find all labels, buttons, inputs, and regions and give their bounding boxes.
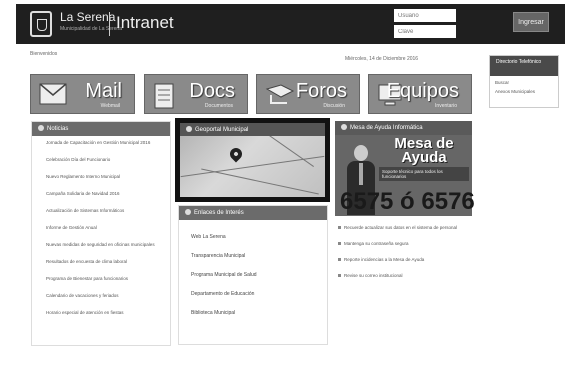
password-input[interactable]: [394, 25, 456, 38]
announcement-item[interactable]: Recuerde actualizar sus datos en el sist…: [338, 225, 473, 241]
envelope-icon: [39, 83, 67, 105]
directory-extensions-link[interactable]: Anexos Municipales: [490, 85, 558, 94]
news-item[interactable]: Programa de Bienestar para funcionarios: [46, 276, 162, 293]
equipos-tile-label: Equipos: [386, 80, 459, 102]
top-bar: La Serena Municipalidad de La Serena Int…: [16, 4, 565, 44]
links-panel-title: Enlaces de Interés: [194, 210, 244, 216]
link-item[interactable]: Departamento de Educación: [191, 291, 317, 310]
news-item[interactable]: Calendario de vacaciones y feriados: [46, 293, 162, 310]
news-item[interactable]: Celebración Día del Funcionario: [46, 157, 162, 174]
docs-tile-label: Docs: [189, 80, 235, 102]
mail-tile[interactable]: Mail Webmail: [30, 74, 135, 114]
links-panel: Enlaces de Interés Web La Serena Transpa…: [178, 205, 328, 345]
help-icon: [341, 124, 347, 130]
brand-name: La Serena: [60, 10, 116, 24]
docs-tile[interactable]: Docs Documentos: [144, 74, 248, 114]
geoportal-title: Geoportal Municipal: [195, 127, 249, 133]
news-item[interactable]: Jornada de Capacitación en Gestión Munic…: [46, 140, 162, 157]
brand-separator: [109, 12, 110, 36]
foros-tile-sublabel: Discusión: [323, 103, 345, 109]
map-pin-icon: [227, 145, 245, 163]
announcement-item[interactable]: Reporte incidencias a la Mesa de Ayuda: [338, 257, 473, 273]
links-list: Web La Serena Transparencia Municipal Pr…: [179, 220, 327, 329]
news-item[interactable]: Nuevas medidas de seguridad en oficinas …: [46, 242, 162, 259]
agent-tie: [359, 163, 363, 185]
document-icon: [154, 83, 174, 109]
mail-tile-label: Mail: [85, 80, 122, 102]
news-panel-header: Noticias: [32, 122, 170, 136]
directory-widget: Directorio Telefónico Buscar Anexos Muni…: [489, 55, 559, 108]
link-item[interactable]: Biblioteca Municipal: [191, 310, 317, 329]
geoportal-map[interactable]: [180, 136, 325, 197]
mail-tile-sublabel: Webmail: [100, 103, 120, 109]
help-desk-title: Mesa de Ayuda: [394, 135, 454, 166]
directory-search-link[interactable]: Buscar: [490, 76, 558, 85]
news-list: Jornada de Capacitación en Gestión Munic…: [32, 136, 170, 327]
equipos-tile[interactable]: Equipos Inventario: [368, 74, 472, 114]
news-panel-title: Noticias: [47, 126, 69, 132]
announcement-item[interactable]: Revise su correo institucional: [338, 273, 473, 289]
link-item[interactable]: Programa Municipal de Salud: [191, 272, 317, 291]
foros-tile[interactable]: Foros Discusión: [256, 74, 360, 114]
app-title: Intranet: [116, 13, 174, 32]
news-panel: Noticias Jornada de Capacitación en Gest…: [31, 121, 171, 346]
news-item[interactable]: Horario especial de atención en fiestas: [46, 310, 162, 327]
map-road: [201, 168, 319, 195]
current-date: Miércoles, 14 de Diciembre 2016: [345, 56, 419, 62]
docs-tile-sublabel: Documentos: [204, 103, 233, 109]
municipal-logo-icon: [30, 11, 52, 37]
news-item[interactable]: Campaña Solidaria de Navidad 2016: [46, 191, 162, 208]
help-desk-header-text: Mesa de Ayuda Informática: [350, 125, 423, 131]
agent-head: [354, 145, 368, 161]
announcement-item[interactable]: Mantenga su contraseña segura: [338, 241, 473, 257]
help-desk-subtitle: Soporte técnico para todos los funcionar…: [379, 167, 469, 181]
link-item[interactable]: Transparencia Municipal: [191, 253, 317, 272]
news-item[interactable]: Actualización de Sistemas Informáticos: [46, 208, 162, 225]
help-desk-header: Mesa de Ayuda Informática: [335, 121, 472, 135]
login-button[interactable]: Ingresar: [513, 12, 549, 32]
news-item[interactable]: Informe de Gestión Anual: [46, 225, 162, 242]
help-desk-phone: 6575 ó 6576: [340, 188, 475, 215]
equipos-tile-sublabel: Inventario: [435, 103, 457, 109]
forum-icon: [265, 84, 295, 104]
directory-header: Directorio Telefónico: [490, 56, 558, 76]
location-icon: [186, 126, 192, 132]
welcome-text: Bienvenidos: [30, 51, 58, 57]
news-icon: [38, 125, 44, 131]
news-item[interactable]: Resultados de encuesta de clima laboral: [46, 259, 162, 276]
links-panel-header: Enlaces de Interés: [179, 206, 327, 220]
foros-tile-label: Foros: [295, 80, 347, 102]
geoportal-header: Geoportal Municipal: [180, 123, 325, 136]
announcement-list: Recuerde actualizar sus datos en el sist…: [338, 225, 473, 289]
links-icon: [185, 209, 191, 215]
news-item[interactable]: Nuevo Reglamento Interno Municipal: [46, 174, 162, 191]
username-input[interactable]: [394, 9, 456, 22]
geoportal-panel[interactable]: Geoportal Municipal: [175, 118, 330, 202]
link-item[interactable]: Web La Serena: [191, 234, 317, 253]
brand-tagline: Municipalidad de La Serena: [60, 26, 122, 32]
